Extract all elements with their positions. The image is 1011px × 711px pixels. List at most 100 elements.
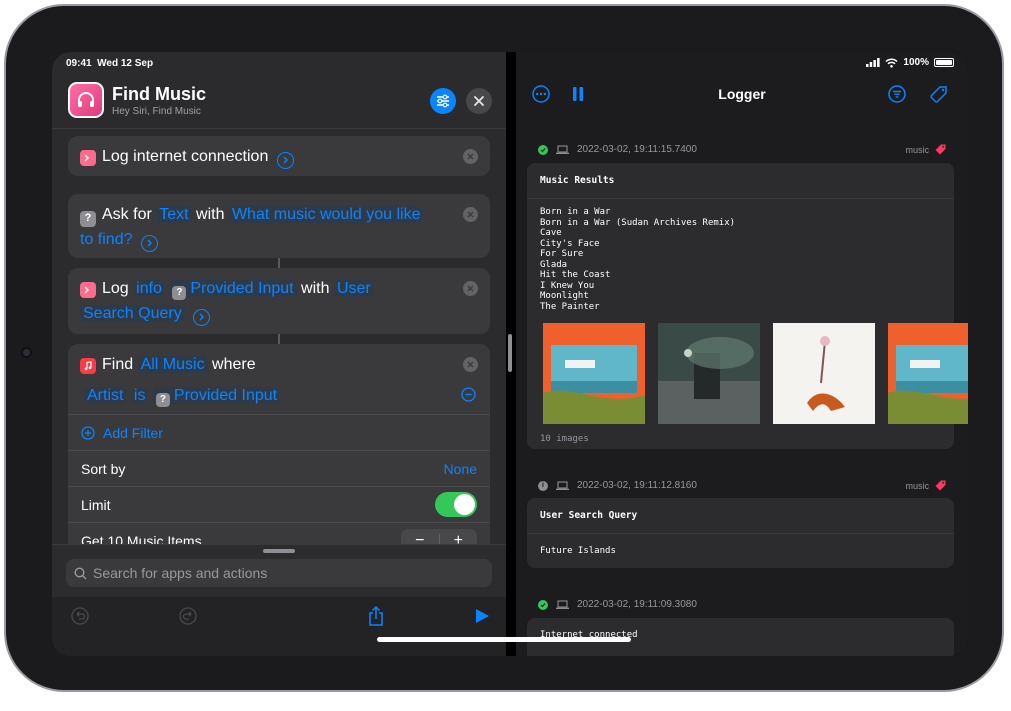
add-filter-label: Add Filter <box>103 424 163 441</box>
laptop-icon <box>556 481 569 490</box>
play-icon <box>476 609 489 623</box>
log-action-icon <box>80 282 96 298</box>
search-icon <box>74 566 87 579</box>
limit-label: Limit <box>81 496 111 513</box>
success-icon <box>538 144 548 155</box>
action-ask-for-input[interactable]: ? Ask for Text with What music would you … <box>68 194 490 258</box>
music-result-item: City's Face <box>540 238 600 249</box>
close-icon <box>467 153 474 160</box>
ask-prompt-token-cont[interactable]: to find? <box>80 231 132 248</box>
ipad-frame: 09:41 Wed 12 Sep Find Music Hey Siri, Fi… <box>4 4 1004 692</box>
log-entry-meta: i 2022-03-02, 19:11:12.8160 <box>538 480 697 491</box>
log-level-token[interactable]: info <box>133 280 165 297</box>
share-button[interactable] <box>367 605 385 632</box>
shortcut-icon[interactable] <box>68 82 104 118</box>
ask-type-token[interactable]: Text <box>156 206 192 223</box>
ask-with-label: with <box>196 206 225 223</box>
shortcut-editor-pane: 09:41 Wed 12 Sep Find Music Hey Siri, Fi… <box>52 52 506 656</box>
music-result-item: Moonlight <box>540 291 589 301</box>
header-divider <box>52 128 506 129</box>
music-result-item: Born in a War (Sudan Archives Remix) <box>540 217 736 228</box>
remove-action-button[interactable] <box>463 281 478 296</box>
expand-chevron-icon[interactable] <box>193 308 211 326</box>
log-name-token[interactable]: User <box>333 280 374 297</box>
action-log-connection[interactable]: Log internet connection <box>68 136 490 176</box>
search-input[interactable]: Search for apps and actions <box>66 559 492 587</box>
search-placeholder: Search for apps and actions <box>93 565 268 581</box>
log-name-token-cont[interactable]: Search Query <box>80 305 185 322</box>
wifi-icon <box>885 58 898 68</box>
log-tag[interactable]: music <box>905 144 946 155</box>
music-result-item: Hit the Coast <box>540 270 611 280</box>
sort-by-row[interactable]: Sort by None <box>68 450 490 486</box>
add-filter-button[interactable]: Add Filter <box>68 414 490 450</box>
expand-chevron-icon[interactable] <box>140 234 158 252</box>
filter-value-token[interactable]: ? Provided Input <box>152 387 281 407</box>
find-source-token[interactable]: All Music <box>137 356 208 373</box>
question-icon: ? <box>80 210 96 227</box>
album-art-thumbnail[interactable] <box>773 323 875 424</box>
split-view-divider[interactable] <box>508 334 512 372</box>
shortcut-settings-button[interactable] <box>430 88 456 114</box>
action-find-music[interactable]: Find All Music where Artist is ? Provided… <box>68 344 490 554</box>
status-indicators: 100% <box>866 57 954 68</box>
success-icon <box>538 599 548 610</box>
front-camera <box>21 347 32 358</box>
run-button[interactable] <box>475 608 490 629</box>
action-log-query[interactable]: Log info ? Provided Input with User Searc… <box>68 268 490 334</box>
close-icon <box>467 361 474 368</box>
filter-field-token[interactable]: Artist <box>84 387 127 404</box>
expand-chevron-icon[interactable] <box>276 151 294 169</box>
log-input-label: Provided Input <box>190 280 294 297</box>
sort-value[interactable]: None <box>444 461 477 477</box>
home-indicator[interactable] <box>377 637 631 642</box>
remove-action-button[interactable] <box>463 207 478 222</box>
log-tag-label: music <box>905 144 929 155</box>
laptop-icon <box>556 145 569 154</box>
filter-operator-token[interactable]: is <box>130 387 149 404</box>
log-entry-value: Internet connected <box>540 630 638 640</box>
sliders-icon <box>437 94 449 108</box>
album-art-thumbnail[interactable] <box>658 323 760 424</box>
log-connection-label: Log internet connection <box>102 148 269 165</box>
undo-icon <box>71 607 89 625</box>
log-entry-title: Music Results <box>527 163 954 199</box>
ask-prompt-token[interactable]: What music would you like <box>228 206 424 223</box>
plus-circle-icon <box>81 425 95 440</box>
log-tag[interactable]: music <box>905 480 946 491</box>
screen: 09:41 Wed 12 Sep Find Music Hey Siri, Fi… <box>52 52 968 656</box>
share-icon <box>369 605 383 626</box>
log-action-icon <box>80 150 96 166</box>
music-result-item: I Knew You <box>540 280 595 291</box>
filter-icon <box>888 85 906 103</box>
music-app-icon <box>80 358 96 374</box>
limit-toggle[interactable] <box>435 492 477 517</box>
remove-action-button[interactable] <box>463 357 478 372</box>
close-button[interactable] <box>466 88 492 114</box>
log-entry-user-search-query[interactable]: User Search Query Future Islands <box>527 498 954 568</box>
close-icon <box>467 211 474 218</box>
remove-action-button[interactable] <box>463 149 478 164</box>
log-entry-music-results[interactable]: Music Results Born in a War Born in a War… <box>527 163 968 449</box>
album-art-thumbnail[interactable] <box>888 323 968 424</box>
tags-button[interactable] <box>929 85 949 110</box>
limit-row: Limit <box>68 486 490 522</box>
filter-button[interactable] <box>888 85 906 108</box>
log-entry-value: Future Islands <box>540 546 616 556</box>
shortcut-title[interactable]: Find Music <box>112 84 206 105</box>
minus-circle-icon <box>461 387 476 402</box>
log-verb: Log <box>102 280 129 297</box>
album-art-thumbnail[interactable] <box>543 323 645 424</box>
album-art-strip[interactable] <box>543 323 968 424</box>
remove-filter-button[interactable] <box>461 387 476 407</box>
logger-pane: 100% Logger 2022-03-02, 19:11:15.7400 mu… <box>516 52 968 656</box>
status-date: Wed 12 Sep <box>97 58 154 69</box>
tag-icon <box>935 480 946 491</box>
terminal-icon <box>84 286 89 294</box>
undo-button[interactable] <box>71 607 89 630</box>
sheet-grabber[interactable] <box>263 549 295 553</box>
cellular-signal-icon <box>866 58 881 67</box>
redo-button[interactable] <box>179 607 197 630</box>
log-input-token[interactable]: ? Provided Input <box>169 280 297 300</box>
sort-label: Sort by <box>81 460 126 477</box>
